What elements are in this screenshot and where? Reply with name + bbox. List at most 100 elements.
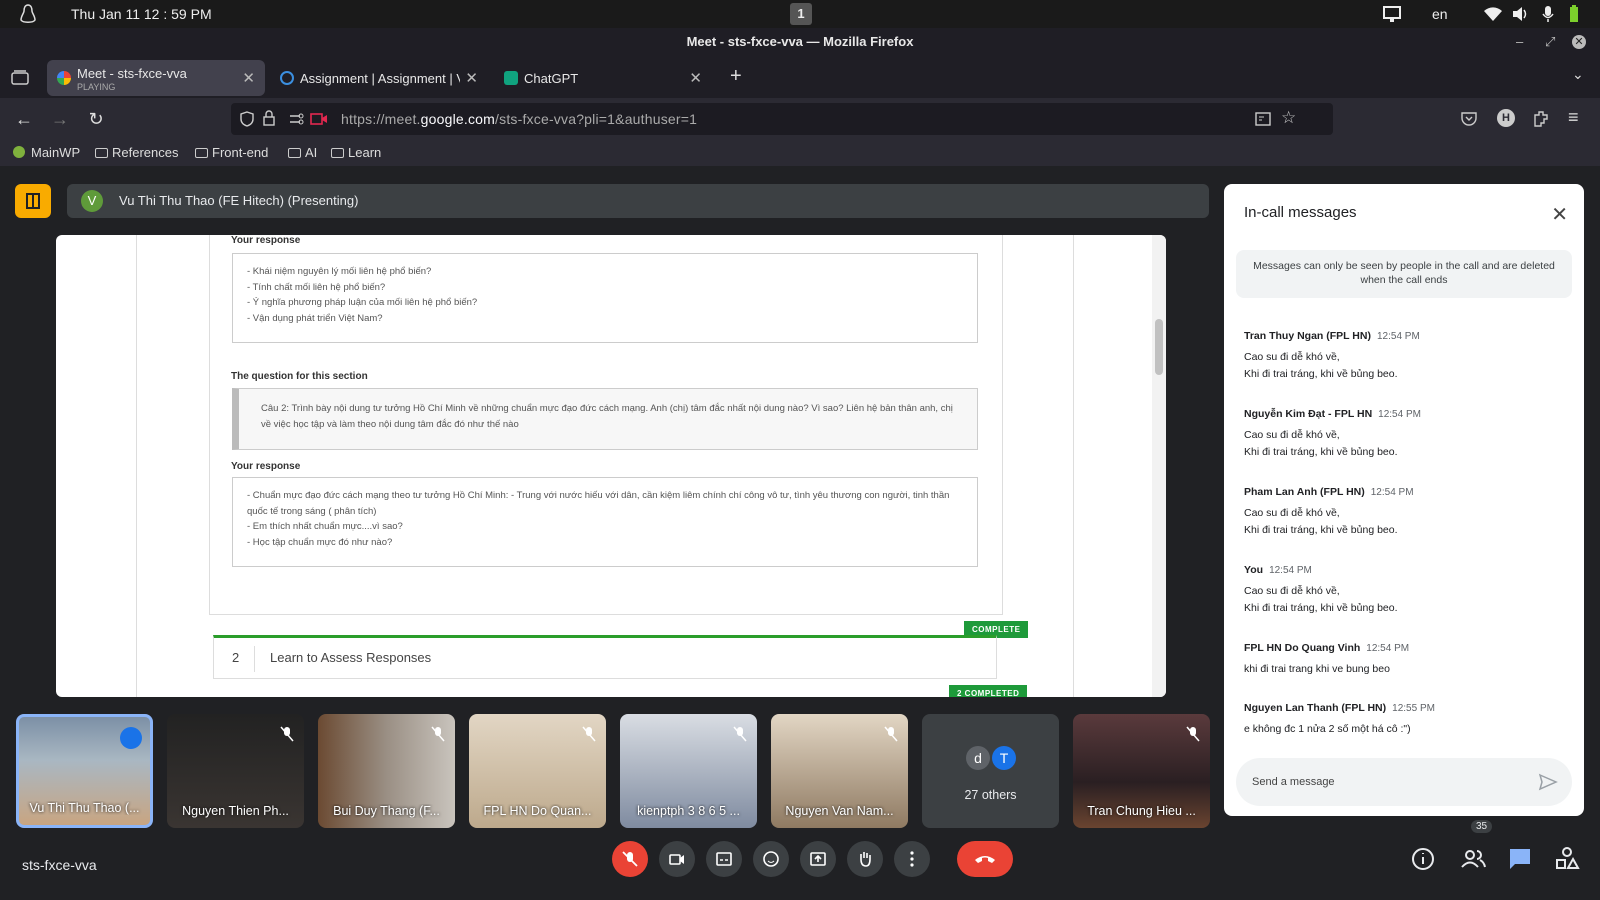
chat-message: Nguyễn Kim Đạt - FPL HN 12:54 PM Cao su đ… xyxy=(1244,408,1421,458)
lock-icon[interactable] xyxy=(262,110,276,127)
tab-assignment[interactable]: Assignment | Assignment | V ✕ xyxy=(270,60,488,96)
tab-title: Assignment | Assignment | V xyxy=(300,71,460,86)
reactions-button[interactable] xyxy=(753,841,789,877)
microphone-toggle-button[interactable] xyxy=(612,841,648,877)
workspace-indicator[interactable]: 1 xyxy=(790,3,812,25)
captions-button[interactable] xyxy=(706,841,742,877)
activities-icon[interactable] xyxy=(1554,846,1580,872)
participant-name: Tran Chung Hieu ... xyxy=(1087,804,1196,818)
forward-button[interactable]: → xyxy=(49,108,71,130)
folder-icon xyxy=(331,148,344,158)
participant-tile[interactable]: FPL HN Do Quan... xyxy=(469,714,606,828)
tab-bar: Meet - sts-fxce-vva PLAYING ✕ Assignment… xyxy=(0,56,1600,98)
tab-meet[interactable]: Meet - sts-fxce-vva PLAYING ✕ xyxy=(47,60,265,96)
bookmark-mainwp[interactable]: MainWP xyxy=(13,145,80,160)
microphone-icon[interactable] xyxy=(1538,4,1558,24)
more-options-button[interactable] xyxy=(894,841,930,877)
chat-message: Nguyen Lan Thanh (FPL HN) 12:55 PM e khôn… xyxy=(1244,702,1435,735)
list-all-tabs-chevron-icon[interactable]: ⌄ xyxy=(1572,66,1584,83)
send-icon[interactable] xyxy=(1538,772,1558,792)
presenter-name: Vu Thi Thu Thao (FE Hitech) (Presenting) xyxy=(119,193,359,208)
extensions-icon[interactable] xyxy=(1532,109,1550,127)
in-call-messages-panel: In-call messages ✕ Messages can only be … xyxy=(1224,184,1584,816)
mic-off-icon xyxy=(622,851,638,867)
people-icon[interactable] xyxy=(1460,846,1486,872)
reload-button[interactable]: ↻ xyxy=(85,108,107,130)
tab-list-icon[interactable] xyxy=(11,69,29,85)
new-tab-button[interactable]: + xyxy=(730,65,742,88)
participant-tile[interactable]: Bui Duy Thang (F... xyxy=(318,714,455,828)
battery-icon[interactable] xyxy=(1564,4,1584,24)
system-clock[interactable]: Thu Jan 11 12 : 59 PM xyxy=(71,6,212,22)
other-avatar: T xyxy=(992,746,1016,770)
participant-tile[interactable]: Nguyen Thien Ph... xyxy=(167,714,304,828)
shared-document: Your response - Khái niệm nguyên lý mối … xyxy=(136,235,1074,697)
mic-off-icon xyxy=(884,726,898,742)
url-text[interactable]: https://meet.google.com/sts-fxce-vva?pli… xyxy=(341,111,697,127)
hamburger-menu-icon[interactable]: ≡ xyxy=(1568,107,1579,128)
keyboard-language[interactable]: en xyxy=(1432,6,1448,22)
folder-icon xyxy=(95,148,108,158)
presentation-mode-button[interactable] xyxy=(15,184,51,218)
message-sender: Nguyễn Kim Đạt - FPL HN xyxy=(1244,408,1373,420)
video-camera-icon xyxy=(669,854,684,865)
wifi-icon[interactable] xyxy=(1483,4,1503,24)
message-time: 12:55 PM xyxy=(1392,703,1435,714)
close-tab-icon[interactable]: ✕ xyxy=(242,69,255,87)
bookmark-ai[interactable]: AI xyxy=(288,145,317,160)
mainwp-icon xyxy=(13,146,25,158)
more-vert-icon xyxy=(910,851,914,867)
other-avatar: d xyxy=(966,746,990,770)
participant-tile[interactable]: kienptph 3 8 6 5 ... xyxy=(620,714,757,828)
bookmark-star-icon[interactable]: ☆ xyxy=(1281,108,1296,128)
meet-app: V Vu Thi Thu Thao (FE Hitech) (Presentin… xyxy=(0,166,1600,900)
speaking-indicator-icon xyxy=(120,727,142,749)
chat-message: Tran Thuy Ngan (FPL HN) 12:54 PM Cao su đ… xyxy=(1244,330,1420,380)
present-screen-button[interactable] xyxy=(800,841,836,877)
maximize-button[interactable]: ⤢ xyxy=(1545,28,1555,56)
bookmark-front-end[interactable]: Front-end xyxy=(195,145,268,160)
permissions-icon[interactable] xyxy=(289,112,305,126)
others-tile[interactable]: d T 27 others xyxy=(922,714,1059,828)
close-tab-icon[interactable]: ✕ xyxy=(689,69,702,87)
participant-name: Vu Thi Thu Thao (... xyxy=(29,801,140,815)
meeting-info-icon[interactable] xyxy=(1410,846,1436,872)
back-button[interactable]: ← xyxy=(13,108,35,130)
pocket-icon[interactable] xyxy=(1461,111,1477,126)
reader-view-icon[interactable] xyxy=(1255,112,1271,126)
minimize-button[interactable]: – xyxy=(1516,28,1523,56)
others-count: 27 others xyxy=(964,788,1017,802)
raise-hand-button[interactable] xyxy=(847,841,883,877)
shield-icon[interactable] xyxy=(239,111,255,127)
volume-icon[interactable] xyxy=(1510,4,1530,24)
message-input[interactable]: Send a message xyxy=(1236,758,1572,806)
bookmarks-toolbar: MainWP References Front-end AI Learn xyxy=(0,140,1600,166)
message-time: 12:54 PM xyxy=(1370,487,1414,498)
question-label: The question for this section xyxy=(231,371,368,382)
participant-tile[interactable]: Vu Thi Thu Thao (... xyxy=(16,714,153,828)
url-bar[interactable]: https://meet.google.com/sts-fxce-vva?pli… xyxy=(231,103,1333,135)
participant-tile[interactable]: Nguyen Van Nam... xyxy=(771,714,908,828)
completed-badge: 2 COMPLETED xyxy=(949,685,1028,697)
camera-sharing-icon[interactable] xyxy=(310,112,328,126)
camera-toggle-button[interactable] xyxy=(659,841,695,877)
account-avatar[interactable]: H xyxy=(1497,109,1515,127)
close-window-button[interactable]: ✕ xyxy=(1572,35,1586,49)
close-chat-icon[interactable]: ✕ xyxy=(1551,202,1568,227)
chat-icon[interactable] xyxy=(1507,846,1533,872)
close-tab-icon[interactable]: ✕ xyxy=(465,69,478,87)
monitor-icon[interactable] xyxy=(1382,4,1402,24)
section-number: 2 xyxy=(232,650,240,665)
response-box: - Khái niệm nguyên lý mối liên hệ phổ bi… xyxy=(232,253,978,343)
tab-chatgpt[interactable]: ChatGPT ✕ xyxy=(494,60,712,96)
leave-call-button[interactable] xyxy=(957,841,1013,877)
bookmark-references[interactable]: References xyxy=(95,145,178,160)
participant-tile[interactable]: Tran Chung Hieu ... xyxy=(1073,714,1210,828)
bookmark-learn[interactable]: Learn xyxy=(331,145,381,160)
linux-logo-icon[interactable] xyxy=(18,3,38,25)
navigation-toolbar: ← → ↻ https://meet.google.com/sts-fxce-v… xyxy=(0,98,1600,140)
assignment-favicon-icon xyxy=(280,71,294,85)
meet-favicon-icon xyxy=(57,71,71,85)
scroll-thumb xyxy=(1155,319,1163,375)
response-box: - Chuẩn mực đạo đức cách mạng theo tư tư… xyxy=(232,477,978,567)
